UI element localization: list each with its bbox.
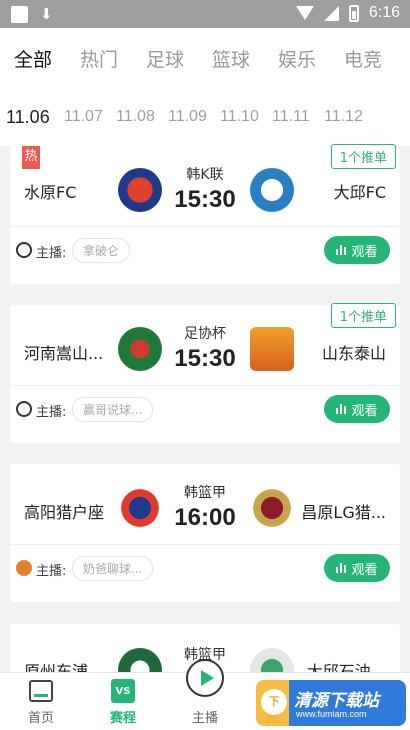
tab-football[interactable]: 足球 — [146, 45, 212, 72]
anchor-label: 主播: — [36, 246, 67, 261]
date-item[interactable]: 11.10 — [220, 108, 272, 126]
watermark-text: 清源下载站 — [294, 691, 379, 711]
date-item[interactable]: 11.09 — [168, 108, 220, 126]
wifi-icon — [295, 6, 314, 20]
away-team-logo — [250, 486, 294, 530]
date-item[interactable]: 11.12 — [324, 108, 376, 126]
anchor-name[interactable]: 奶爸聊球... — [72, 556, 154, 581]
download-icon: ⬇ — [40, 5, 53, 23]
divider — [10, 226, 400, 227]
nav-home-label: 首页 — [27, 711, 54, 726]
tab-hot[interactable]: 热门 — [80, 45, 146, 72]
anchor-label: 主播: — [36, 564, 67, 579]
match-card[interactable]: 高阳猎户座 韩篮甲 16:00 昌原LG猎... 主播: 奶爸聊球... 观看 — [10, 464, 400, 602]
status-time: 6:16 — [368, 4, 400, 21]
anchor-name[interactable]: 赢哥说球... — [72, 397, 154, 422]
divider — [10, 544, 400, 545]
category-tabs: 全部 热门 足球 篮球 娱乐 电竞 — [0, 28, 410, 88]
watch-button[interactable]: 观看 — [324, 395, 390, 423]
anchor-label: 主播: — [36, 405, 67, 420]
bottom-nav: 首页 VS 赛程 主播 图 下 清源下载站 www.fumiam.com — [0, 659, 410, 730]
watch-label: 观看 — [351, 403, 378, 419]
watermark-badge-icon: 下 — [261, 689, 287, 715]
date-item[interactable]: 11.06 — [6, 107, 64, 128]
play-icon — [186, 659, 224, 697]
soccer-ball-icon — [16, 242, 32, 258]
date-item[interactable]: 11.08 — [116, 108, 168, 126]
watch-label: 观看 — [351, 562, 378, 578]
watermark-logo: 下 清源下载站 www.fumiam.com — [256, 680, 406, 726]
bar-chart-icon — [336, 563, 347, 573]
bar-chart-icon — [336, 245, 347, 255]
notification-icon — [11, 6, 28, 23]
vs-icon: VS — [111, 679, 135, 703]
nav-schedule-label: 赛程 — [109, 711, 136, 726]
signal-icon — [323, 5, 339, 21]
date-item[interactable]: 11.11 — [272, 108, 324, 126]
soccer-ball-icon — [16, 401, 32, 417]
tab-all[interactable]: 全部 — [14, 45, 80, 72]
anchor-name[interactable]: 拿破仑 — [72, 238, 131, 263]
date-strip: 11.06 11.07 11.08 11.09 11.10 11.11 11.1… — [0, 88, 410, 146]
away-team-logo — [250, 327, 294, 371]
home-icon — [29, 680, 53, 702]
match-card[interactable]: 1个推单 河南嵩山... 足协杯 15:30 山东泰山 主播: 赢哥说球... … — [10, 303, 400, 443]
tab-entertainment[interactable]: 娱乐 — [278, 45, 344, 72]
tab-esports[interactable]: 电竞 — [344, 45, 410, 72]
divider — [10, 385, 400, 386]
nav-anchor-label: 主播 — [191, 711, 218, 726]
battery-icon — [348, 4, 359, 22]
match-card[interactable]: 热 1个推单 水原FC 韩K联 15:30 大邱FC 主播: 拿破仑 观看 — [10, 144, 400, 284]
watch-button[interactable]: 观看 — [324, 554, 390, 582]
watch-button[interactable]: 观看 — [324, 236, 390, 264]
date-item[interactable]: 11.07 — [64, 108, 116, 126]
status-bar: ⬇ 6:16 — [0, 0, 410, 28]
bar-chart-icon — [336, 404, 347, 414]
basketball-icon — [16, 560, 32, 576]
away-team: 大邱FC — [333, 183, 386, 202]
away-team: 山东泰山 — [321, 344, 386, 363]
watch-label: 观看 — [351, 244, 378, 260]
away-team: 昌原LG猎... — [301, 503, 386, 522]
watermark-url: www.fumiam.com — [296, 709, 367, 719]
tab-basketball[interactable]: 篮球 — [212, 45, 278, 72]
away-team-logo — [250, 168, 294, 212]
